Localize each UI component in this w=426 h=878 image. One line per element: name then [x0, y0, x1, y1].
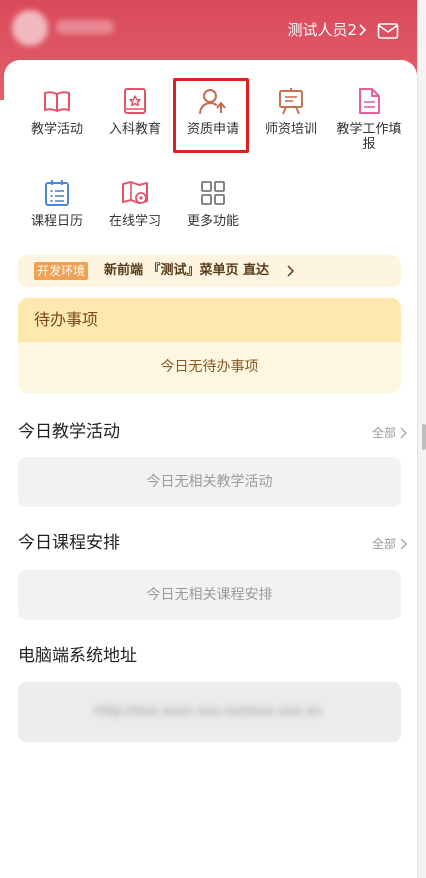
scrollbar-handle[interactable] [422, 424, 426, 450]
today-activities-all-link[interactable]: 全部 [372, 421, 396, 445]
todo-empty-text: 今日无待办事项 [160, 359, 259, 375]
todo-panel: 待办事项 今日无待办事项 [18, 298, 401, 393]
training-board-icon [279, 88, 303, 115]
highlight-box [173, 78, 249, 153]
env-link-text[interactable]: 新前端 『测试』菜单页 直达 [104, 261, 269, 281]
shortcut-label: 教学活动 [30, 122, 83, 137]
pc-address-title: 电脑端系统地址 [18, 646, 137, 666]
user-name[interactable]: 测试人员2 [287, 20, 357, 40]
today-activities-title: 今日教学活动 [18, 422, 120, 442]
avatar[interactable] [12, 10, 48, 46]
shortcut-teaching-work-report[interactable]: 教学工作填报 [330, 82, 408, 168]
today-courses-all-link[interactable]: 全部 [372, 532, 396, 556]
map-study-icon [122, 181, 148, 204]
chevron-right-icon[interactable] [399, 537, 408, 551]
mail-icon[interactable] [377, 22, 399, 40]
todo-title: 待办事项 [18, 298, 401, 342]
shortcut-more-functions[interactable]: 更多功能 [174, 174, 252, 260]
shortcut-faculty-training[interactable]: 师资培训 [252, 82, 330, 168]
blurred-user-label [56, 20, 114, 34]
shortcut-label: 课程日历 [30, 214, 83, 229]
chevron-right-icon[interactable] [357, 20, 369, 40]
pc-address-box[interactable]: http://xxx.xxxx.xxx.xx/xxxx.xxx.xx [18, 682, 401, 742]
shortcut-course-calendar[interactable]: 课程日历 [18, 174, 96, 260]
shortcut-label: 师资培训 [264, 122, 317, 137]
shortcut-label: 教学工作填报 [336, 122, 402, 152]
pc-address-url[interactable]: http://xxx.xxxx.xxx.xx/xxxx.xxx.xx [58, 703, 358, 721]
shortcut-online-learning[interactable]: 在线学习 [96, 174, 174, 260]
shortcut-department-education[interactable]: 入科教育 [96, 82, 174, 168]
env-tag: 开发环境 [34, 262, 89, 280]
env-banner[interactable]: 开发环境 新前端 『测试』菜单页 直达 [18, 255, 401, 287]
shortcut-teaching-activity[interactable]: 教学活动 [18, 82, 96, 168]
bookmark-badge-icon [124, 88, 146, 114]
chevron-right-icon[interactable] [399, 426, 408, 440]
shortcut-label: 入科教育 [108, 122, 161, 137]
book-icon [44, 91, 70, 112]
document-icon [359, 88, 380, 114]
chevron-right-icon [287, 265, 295, 277]
today-activities-empty: 今日无相关教学活动 [18, 457, 401, 507]
shortcut-label: 更多功能 [186, 214, 239, 229]
today-courses-title: 今日课程安排 [18, 533, 120, 553]
grid-icon [201, 181, 225, 205]
list-calendar-icon [45, 180, 69, 206]
shortcut-label: 在线学习 [108, 214, 161, 229]
scrollbar-track[interactable] [417, 0, 426, 878]
today-courses-empty: 今日无相关课程安排 [18, 570, 401, 620]
